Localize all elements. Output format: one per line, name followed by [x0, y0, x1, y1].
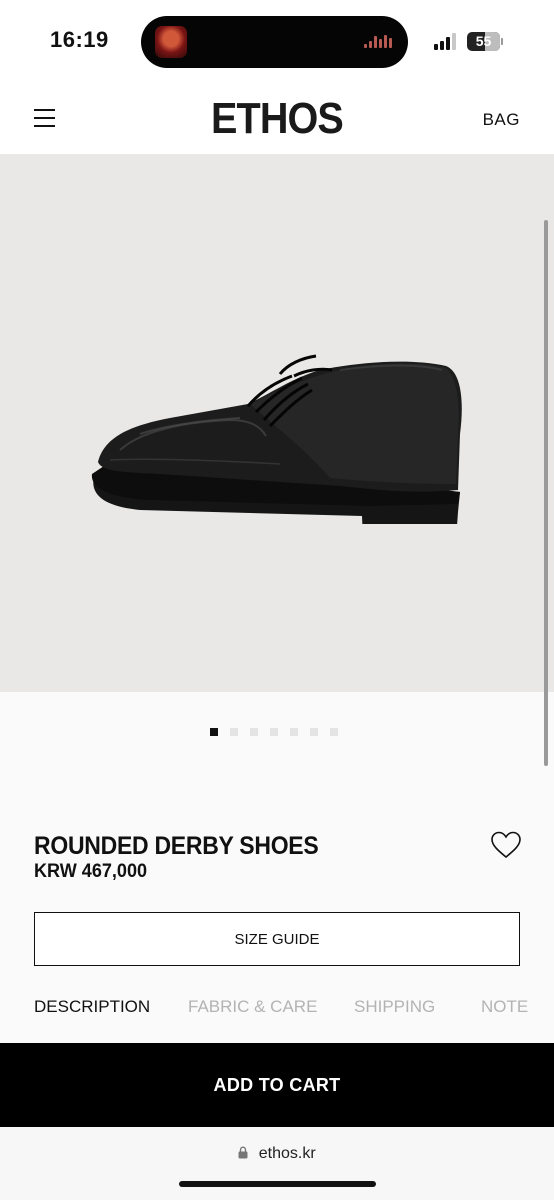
- size-guide-button[interactable]: SIZE GUIDE: [34, 912, 520, 966]
- gallery-dot[interactable]: [270, 728, 278, 736]
- battery-level: 55: [475, 33, 492, 49]
- battery-icon: 55: [467, 32, 503, 51]
- tab-fabric-care[interactable]: FABRIC & CARE: [188, 997, 317, 1017]
- gallery-dot[interactable]: [250, 728, 258, 736]
- gallery-dot[interactable]: [210, 728, 218, 736]
- gallery-dot[interactable]: [330, 728, 338, 736]
- brand-logo[interactable]: ETHOS: [28, 94, 527, 144]
- product-title: ROUNDED DERBY SHOES: [34, 832, 319, 860]
- page-scrollbar[interactable]: [544, 220, 548, 766]
- dynamic-island[interactable]: [141, 16, 408, 68]
- product-info-tabs: DESCRIPTION FABRIC & CARE SHIPPING NOTE: [0, 997, 554, 1021]
- gallery-dot[interactable]: [310, 728, 318, 736]
- url-text[interactable]: ethos.kr: [259, 1145, 316, 1163]
- lock-icon: [238, 1145, 248, 1158]
- heart-icon[interactable]: [490, 830, 522, 860]
- home-indicator[interactable]: [179, 1181, 376, 1187]
- tab-description[interactable]: DESCRIPTION: [34, 997, 150, 1017]
- now-playing-artwork: [155, 26, 187, 58]
- tab-note[interactable]: NOTE: [481, 997, 528, 1017]
- add-to-cart-button[interactable]: ADD TO CART: [0, 1043, 554, 1127]
- tab-shipping[interactable]: SHIPPING: [354, 997, 435, 1017]
- product-price: KRW 467,000: [34, 861, 148, 882]
- gallery-dot[interactable]: [230, 728, 238, 736]
- status-time: 16:19: [50, 27, 109, 52]
- status-bar: 16:19 55: [0, 0, 554, 80]
- site-header: ETHOS BAG: [0, 80, 554, 154]
- browser-address-bar[interactable]: ethos.kr: [0, 1127, 554, 1200]
- audio-waveform-icon: [364, 34, 394, 50]
- product-image: [91, 354, 462, 524]
- gallery-dot[interactable]: [290, 728, 298, 736]
- cellular-signal-icon: [434, 32, 462, 50]
- gallery-pagination: [210, 728, 338, 738]
- product-image-gallery[interactable]: [0, 154, 554, 692]
- bag-link[interactable]: BAG: [483, 110, 520, 130]
